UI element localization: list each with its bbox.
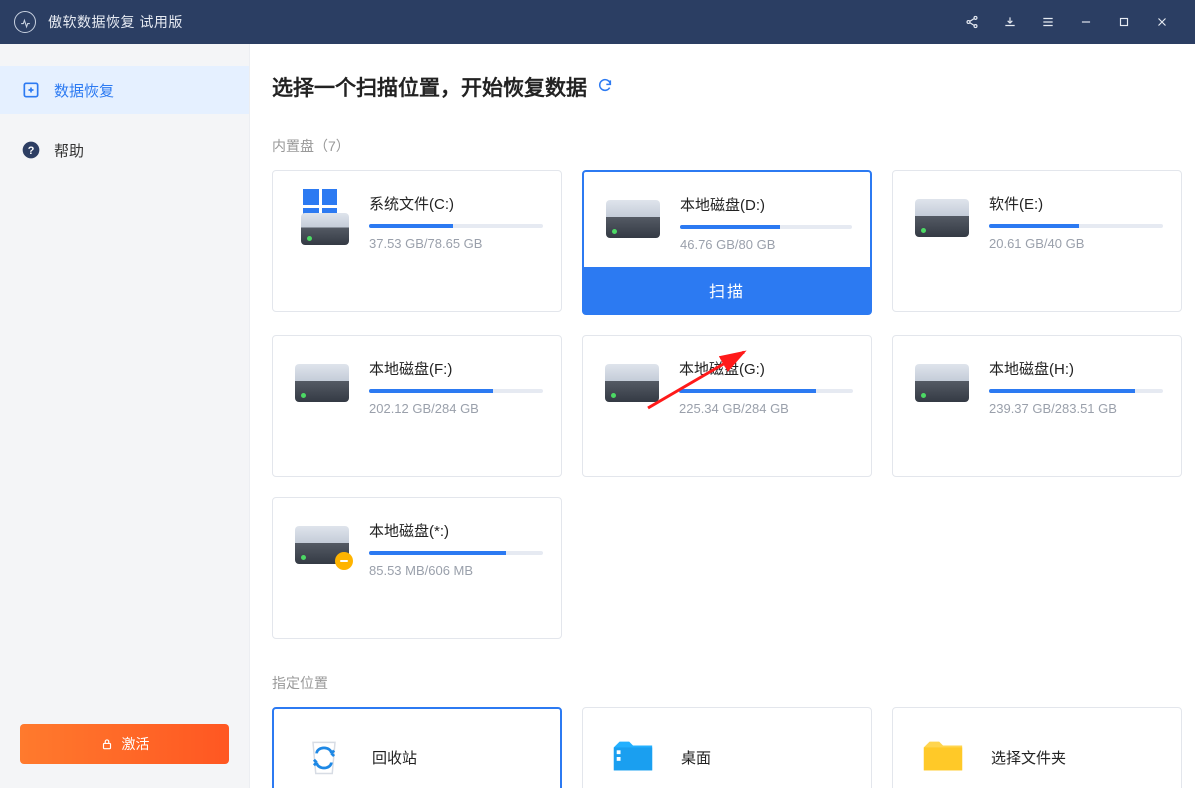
location-label: 桌面 — [681, 747, 711, 768]
lock-icon — [100, 737, 114, 751]
desktop-icon — [609, 733, 657, 781]
drive-size: 37.53 GB/78.65 GB — [369, 236, 543, 251]
maximize-button[interactable] — [1105, 0, 1143, 44]
section-locations: 指定位置 — [272, 673, 1173, 693]
scan-button[interactable]: 扫描 — [584, 267, 870, 313]
drive-card[interactable]: 本地磁盘(F:) 202.12 GB/284 GB — [272, 335, 562, 477]
svg-text:?: ? — [28, 145, 35, 157]
disk-drive-icon — [606, 200, 660, 238]
recycle-bin-icon — [300, 733, 348, 781]
usage-bar — [369, 551, 543, 555]
disk-drive-icon — [915, 199, 969, 237]
usage-bar — [679, 389, 853, 393]
drive-size: 85.53 MB/606 MB — [369, 563, 543, 578]
usage-bar — [680, 225, 852, 229]
usage-bar — [369, 224, 543, 228]
sidebar: 数据恢复 ? 帮助 激活 — [0, 44, 250, 788]
warning-badge-icon — [335, 552, 353, 570]
app-title: 傲软数据恢复 试用版 — [48, 12, 183, 32]
drive-card[interactable]: 软件(E:) 20.61 GB/40 GB — [892, 170, 1182, 312]
menu-button[interactable] — [1029, 0, 1067, 44]
share-button[interactable] — [953, 0, 991, 44]
drive-name: 本地磁盘(*:) — [369, 520, 543, 541]
drive-name: 本地磁盘(F:) — [369, 358, 543, 379]
disk-drive-icon — [605, 364, 659, 402]
sidebar-item-label: 数据恢复 — [54, 80, 114, 101]
drive-size: 225.34 GB/284 GB — [679, 401, 853, 416]
app-logo-icon — [14, 11, 36, 33]
drive-size: 20.61 GB/40 GB — [989, 236, 1163, 251]
close-button[interactable] — [1143, 0, 1181, 44]
usage-bar — [369, 389, 543, 393]
drive-name: 本地磁盘(G:) — [679, 358, 853, 379]
location-select-folder[interactable]: 选择文件夹 — [892, 707, 1182, 788]
drive-name: 本地磁盘(D:) — [680, 194, 852, 215]
location-recycle-bin[interactable]: 回收站 — [272, 707, 562, 788]
download-button[interactable] — [991, 0, 1029, 44]
drive-size: 202.12 GB/284 GB — [369, 401, 543, 416]
sidebar-item-label: 帮助 — [54, 140, 84, 161]
drive-size: 239.37 GB/283.51 GB — [989, 401, 1163, 416]
activate-label: 激活 — [122, 734, 150, 754]
drive-card[interactable]: 本地磁盘(*:) 85.53 MB/606 MB — [272, 497, 562, 639]
usage-bar — [989, 389, 1163, 393]
drive-card[interactable]: 系统文件(C:) 37.53 GB/78.65 GB — [272, 170, 562, 312]
drive-size: 46.76 GB/80 GB — [680, 237, 852, 252]
location-desktop[interactable]: 桌面 — [582, 707, 872, 788]
minimize-button[interactable] — [1067, 0, 1105, 44]
drive-name: 本地磁盘(H:) — [989, 358, 1163, 379]
drive-card[interactable]: 本地磁盘(D:) 46.76 GB/80 GB 扫描 — [582, 170, 872, 315]
location-label: 选择文件夹 — [991, 747, 1066, 768]
drive-card[interactable]: 本地磁盘(G:) 225.34 GB/284 GB — [582, 335, 872, 477]
sidebar-item-help[interactable]: ? 帮助 — [0, 126, 249, 174]
disk-drive-icon — [301, 213, 349, 245]
disk-drive-icon — [295, 364, 349, 402]
drive-card[interactable]: 本地磁盘(H:) 239.37 GB/283.51 GB — [892, 335, 1182, 477]
main-content: 选择一个扫描位置，开始恢复数据 内置盘（7） 系统文件(C:) 37.53 GB… — [250, 44, 1195, 788]
drive-name: 软件(E:) — [989, 193, 1163, 214]
disk-drive-icon — [915, 364, 969, 402]
location-label: 回收站 — [372, 747, 417, 768]
drive-name: 系统文件(C:) — [369, 193, 543, 214]
refresh-button[interactable] — [597, 77, 613, 98]
recover-icon — [20, 79, 42, 101]
disk-drive-icon — [295, 526, 349, 564]
page-title: 选择一个扫描位置，开始恢复数据 — [272, 72, 587, 102]
title-bar: 傲软数据恢复 试用版 — [0, 0, 1195, 44]
folder-icon — [919, 733, 967, 781]
help-icon: ? — [20, 139, 42, 161]
section-internal-disks: 内置盘（7） — [272, 136, 1173, 156]
activate-button[interactable]: 激活 — [20, 724, 229, 764]
usage-bar — [989, 224, 1163, 228]
sidebar-item-recover[interactable]: 数据恢复 — [0, 66, 249, 114]
